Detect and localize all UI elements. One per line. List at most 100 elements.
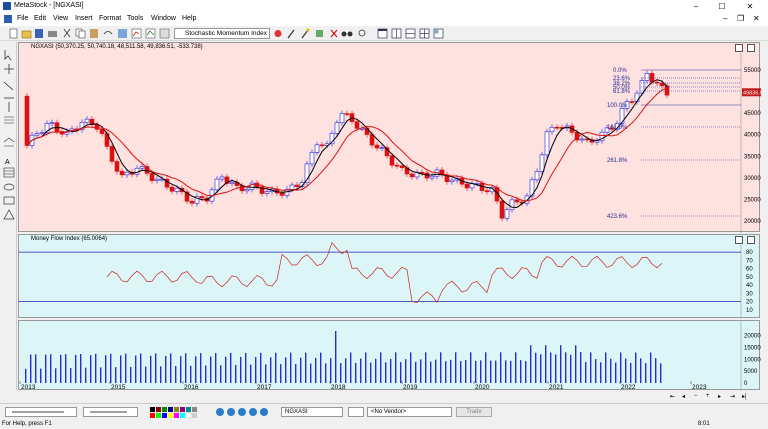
indicator-select[interactable]: Stochastic Momentum Index [174,28,270,39]
menu-tools[interactable]: Tools [127,15,143,22]
cross-icon[interactable] [330,29,338,38]
ellipse-icon[interactable] [3,183,15,191]
scroll-first-icon[interactable]: ⇤ [670,393,675,400]
explorer-icon[interactable] [118,29,127,38]
candle [109,146,115,162]
close-button[interactable]: ✕ [740,1,760,12]
year-label: 2018 [331,384,346,391]
menu-window[interactable]: Window [151,15,176,22]
symbol-dropdown[interactable] [348,407,364,417]
menu-format[interactable]: Format [99,15,121,22]
menu-view[interactable]: View [53,15,68,22]
child-restore-button[interactable]: ❐ [737,14,744,23]
text-tool-icon[interactable]: A [5,159,10,166]
volume-bar [350,352,352,383]
maximize-button[interactable]: ☐ [712,1,732,12]
triangle-icon[interactable] [3,209,15,220]
mfi-tick-label: 40 [746,283,753,289]
layout-1-icon[interactable] [377,28,388,39]
date-axis[interactable]: 2013 2015 2016 2017 2018 2019 2020 2021 2022 2023 [18,381,760,391]
binoculars-icon[interactable] [341,31,353,37]
menu-edit[interactable]: Edit [34,15,46,22]
scroll-last-icon[interactable]: ⇥ [730,393,735,400]
scroll-end-icon[interactable]: ▸| [742,393,747,400]
copy-icon[interactable] [75,28,86,39]
cut-icon[interactable] [63,28,71,38]
rectangle-icon[interactable] [3,196,15,205]
chart-icon[interactable] [131,28,142,39]
volume-bar [550,352,552,383]
drawing-mode-icons[interactable] [215,407,275,418]
fibonacci-icon[interactable] [4,116,14,124]
tile-icon[interactable] [433,28,444,39]
candle [264,191,270,194]
layout-2-icon[interactable] [391,28,402,39]
grid-icon[interactable] [159,28,170,39]
indicator-icon[interactable] [145,28,156,39]
scroll-right-icon[interactable]: ▸ [718,393,721,400]
crosshair-icon[interactable] [4,64,14,74]
child-minimize-button[interactable]: – [723,14,727,23]
zoom-in-icon[interactable]: + [706,393,710,399]
year-label: 2013 [21,384,36,391]
zoom-icon[interactable] [358,29,366,37]
mfi-tick-label: 60 [746,267,753,273]
menu-insert[interactable]: Insert [75,15,93,22]
volume-bar [525,361,527,383]
spreadsheet-icon[interactable] [3,167,15,178]
volume-bar [510,360,512,383]
paste-icon[interactable] [90,29,98,38]
channel-icon[interactable] [3,137,15,147]
volume-bar [80,354,82,383]
save-icon[interactable] [35,29,43,38]
print-icon[interactable] [48,31,57,37]
slow-moving-average-line [26,87,668,202]
volume-bar [515,352,517,383]
minimize-button[interactable]: – [686,1,706,12]
wizard-icon[interactable] [287,29,295,39]
volume-bar [495,360,497,383]
candle [319,144,325,147]
candle [189,200,195,204]
year-label: 2015 [111,384,126,391]
vendor-select[interactable]: <No Vendor> [367,407,452,417]
volume-bar [355,362,357,383]
undo-icon[interactable] [103,31,113,35]
candle [629,101,635,103]
tools-icon[interactable] [316,30,323,37]
scroll-left-icon[interactable]: ◂ [682,393,685,400]
trendline-icon[interactable] [3,81,14,91]
line-weight-select[interactable] [83,407,138,417]
trade-button[interactable]: Trade [456,407,492,417]
color-palette[interactable] [150,407,204,419]
volume-bar [400,362,402,383]
menu-help[interactable]: Help [182,15,196,22]
candle [199,196,205,199]
price-chart-pane[interactable]: NGXASI (50,370.25, 50,740.18, 48,511.58,… [18,42,761,233]
pointer-icon[interactable] [4,50,12,61]
new-file-icon[interactable] [9,28,18,39]
candle [419,171,425,174]
money-flow-index-pane[interactable]: Money Flow Index (65.0064) 80 70 60 50 40 30 2… [18,234,760,319]
line-style-select[interactable] [5,407,77,417]
layout-3-icon[interactable] [405,28,416,39]
volume-bar [450,359,452,383]
volume-tick-label: 5000 [744,369,758,375]
volume-bar [630,362,632,383]
open-folder-icon[interactable] [21,30,32,39]
symbol-input[interactable]: NGXASI [281,407,343,417]
candle [499,200,505,219]
zoom-out-icon[interactable]: − [694,393,698,399]
volume-bar [345,358,347,383]
volume-bar [590,352,592,383]
volume-bar [210,356,212,383]
mfi-tick-label: 50 [746,275,753,281]
wizard2-icon[interactable] [301,28,310,39]
candle [554,126,560,129]
menu-file[interactable]: File [17,15,28,22]
volume-pane[interactable]: 20000 15000 10000 5000 0 [18,320,761,391]
child-close-button[interactable]: ✕ [753,14,760,23]
layout-4-icon[interactable] [419,28,430,39]
expert-icon[interactable] [274,30,282,37]
volume-bar [140,353,142,383]
